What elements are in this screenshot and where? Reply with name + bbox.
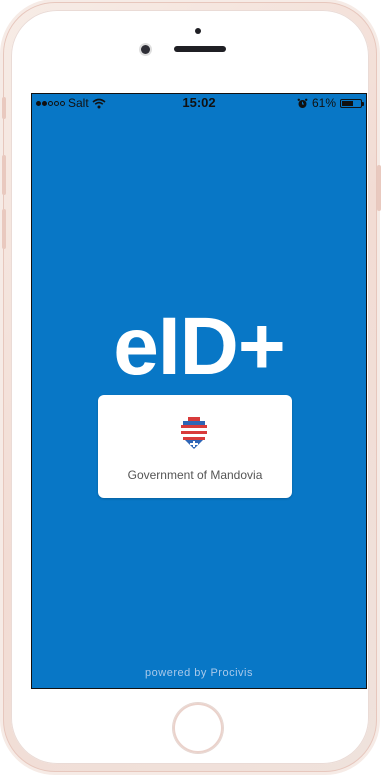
volume-down-button	[2, 209, 6, 249]
app-logo: eID+	[113, 301, 286, 392]
front-camera	[141, 45, 150, 54]
alarm-icon	[297, 98, 308, 108]
powered-by-label: powered by Procivis	[145, 667, 253, 679]
coat-of-arms-icon	[181, 417, 207, 449]
battery-percentage: 61%	[311, 96, 336, 110]
earpiece-speaker	[174, 46, 226, 52]
home-button[interactable]	[173, 703, 223, 753]
volume-up-button	[2, 155, 6, 195]
government-name: Government of Mandovia	[127, 468, 263, 482]
app-screen: Salt 15:02 61% eID+ Government of Mandov…	[31, 93, 367, 689]
mute-switch	[2, 97, 6, 119]
battery-icon	[340, 98, 364, 108]
status-right: 61%	[297, 94, 364, 112]
government-card[interactable]: Government of Mandovia	[98, 395, 292, 498]
proximity-sensor	[195, 28, 201, 34]
power-button	[377, 165, 381, 211]
status-bar: Salt 15:02 61%	[32, 94, 366, 112]
